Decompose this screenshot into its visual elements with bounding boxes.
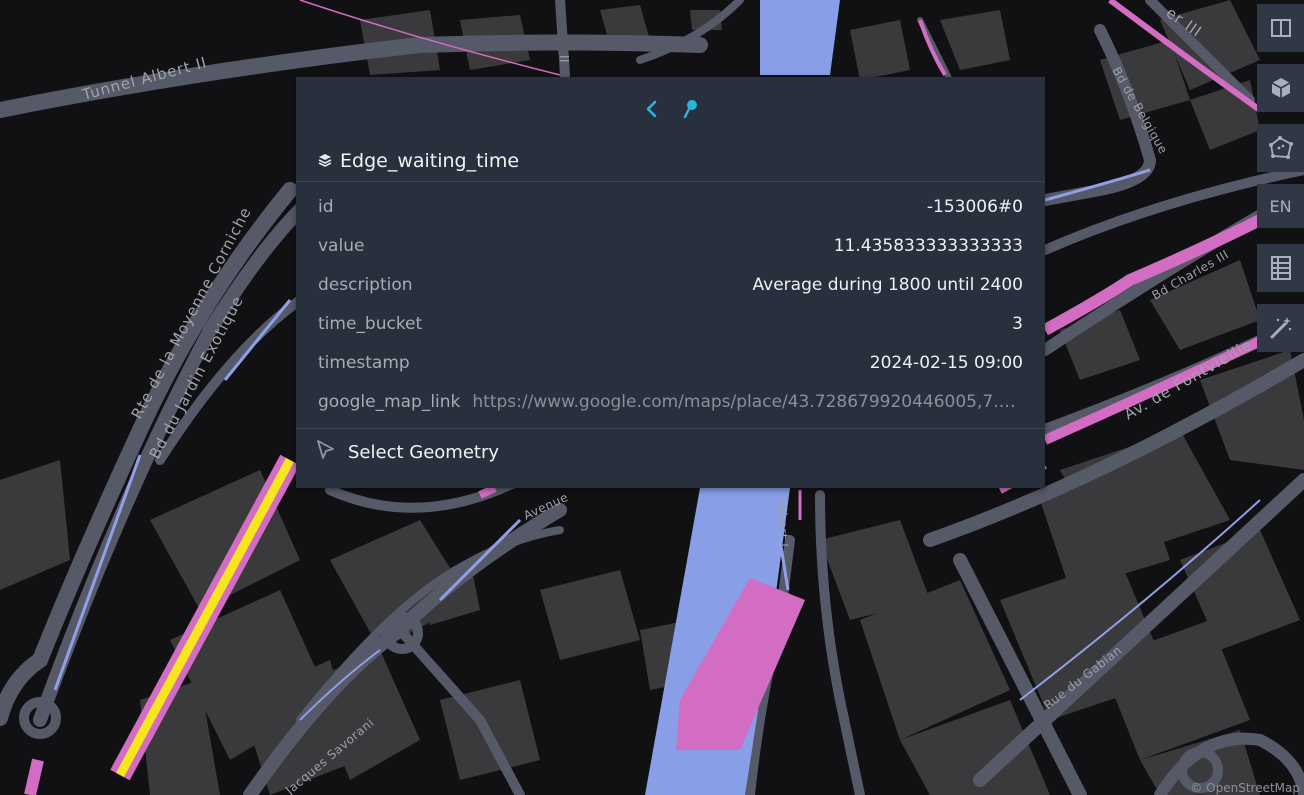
- property-key: google_map_link: [318, 391, 461, 412]
- draw-polygon-icon: [1268, 135, 1294, 161]
- property-row-link: google_map_link https://www.google.com/m…: [296, 382, 1045, 421]
- property-value: 3: [1012, 313, 1023, 334]
- pin-icon[interactable]: [682, 99, 698, 119]
- property-key: timestamp: [318, 352, 410, 373]
- data-table-button[interactable]: [1257, 244, 1304, 292]
- google-map-link[interactable]: https://www.google.com/maps/place/43.728…: [472, 392, 1023, 412]
- 3d-view-icon: [1269, 76, 1293, 100]
- draw-polygon-button[interactable]: [1257, 124, 1304, 172]
- property-key: value: [318, 235, 365, 256]
- street-label: Albert I: [775, 500, 791, 548]
- magic-wand-button[interactable]: [1257, 304, 1304, 352]
- property-key: description: [318, 274, 413, 295]
- property-row: time_bucket 3: [296, 304, 1045, 343]
- property-key: time_bucket: [318, 313, 423, 334]
- property-row: description Average during 1800 until 24…: [296, 265, 1045, 304]
- cursor-arrow-icon: [316, 439, 348, 466]
- select-geometry-label: Select Geometry: [348, 441, 500, 463]
- language-button[interactable]: EN: [1257, 184, 1304, 228]
- data-table-icon: [1270, 255, 1292, 281]
- map-toolbar: EN: [1257, 4, 1304, 364]
- select-geometry-button[interactable]: Select Geometry: [316, 437, 499, 467]
- property-value: 11.435833333333333: [833, 235, 1023, 256]
- chevron-left-icon[interactable]: [644, 99, 660, 119]
- property-value: Average during 1800 until 2400: [752, 274, 1023, 295]
- property-row: value 11.435833333333333: [296, 226, 1045, 265]
- property-value: 2024-02-15 09:00: [869, 352, 1023, 373]
- layers-icon: [318, 150, 340, 172]
- property-row: timestamp 2024-02-15 09:00: [296, 343, 1045, 382]
- magic-wand-icon: [1268, 315, 1294, 341]
- property-key: id: [318, 196, 334, 217]
- layer-name: Edge_waiting_time: [340, 150, 520, 172]
- properties-list: id -153006#0 value 11.435833333333333 de…: [296, 187, 1045, 421]
- divider: [296, 428, 1045, 429]
- layer-title: Edge_waiting_time: [318, 141, 519, 181]
- feature-info-popup: Edge_waiting_time id -153006#0 value 11.…: [296, 77, 1045, 488]
- divider: [296, 181, 1045, 182]
- map-attribution[interactable]: © OpenStreetMap: [1190, 781, 1300, 795]
- property-value: -153006#0: [926, 196, 1023, 217]
- split-map-icon: [1270, 17, 1292, 39]
- river-blue-area: [760, 0, 840, 75]
- split-map-button[interactable]: [1257, 4, 1304, 52]
- property-row: id -153006#0: [296, 187, 1045, 226]
- popup-nav: [296, 77, 1045, 141]
- street-label: II: [557, 55, 571, 63]
- 3d-view-button[interactable]: [1257, 64, 1304, 112]
